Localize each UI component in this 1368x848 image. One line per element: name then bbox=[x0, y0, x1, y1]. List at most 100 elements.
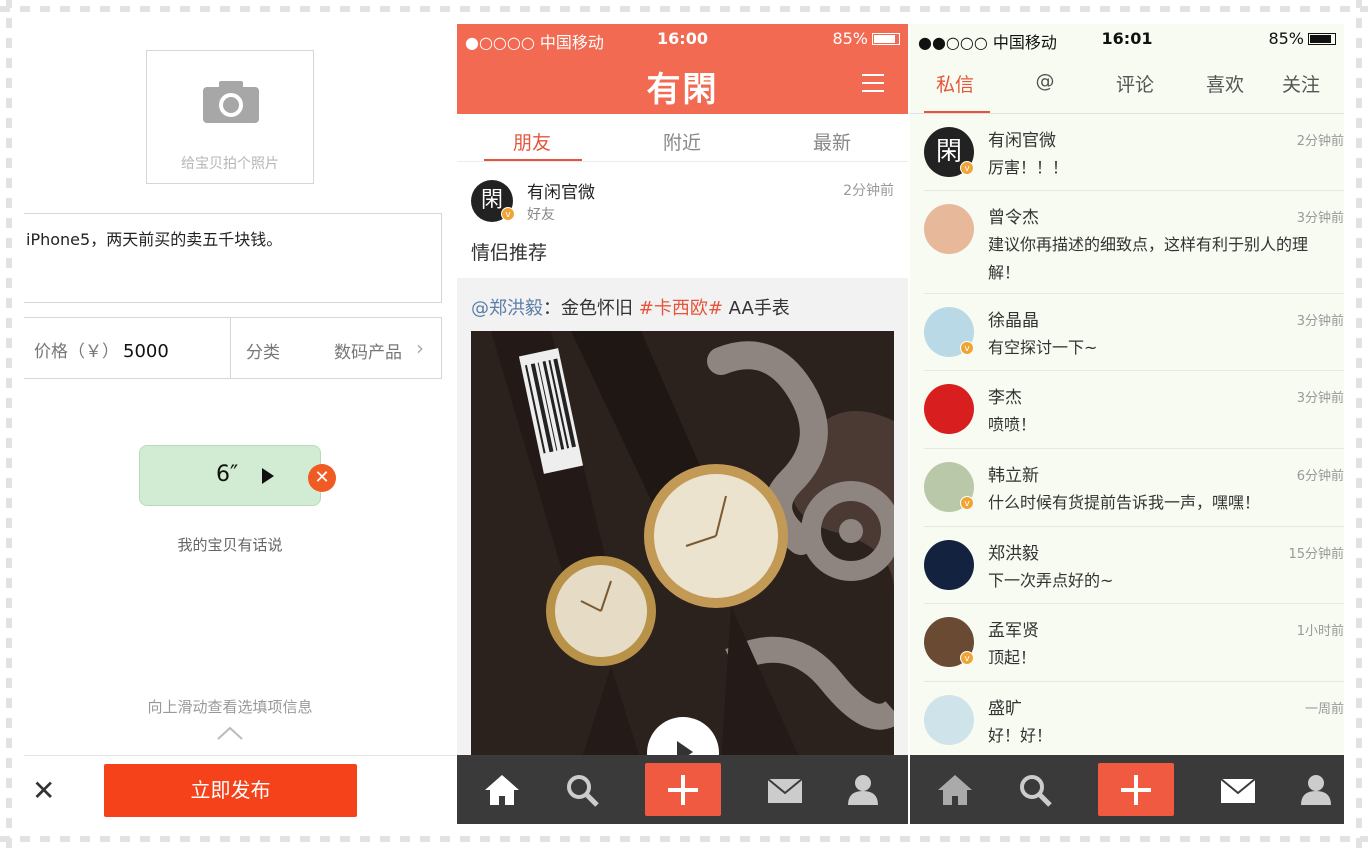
feed-screen: ●○○○○ 中国移动 16:00 85% 有閑 朋友 附近 最新 閑 v 有闲官… bbox=[457, 24, 908, 824]
profile-icon[interactable] bbox=[1297, 771, 1335, 809]
avatar[interactable] bbox=[924, 695, 974, 745]
sender-name: 孟军贤 bbox=[988, 621, 1039, 641]
publish-button[interactable]: 立即发布 bbox=[104, 764, 357, 817]
battery-icon bbox=[1308, 33, 1336, 45]
tab-bar bbox=[910, 755, 1344, 824]
mention-link[interactable]: @郑洪毅 bbox=[471, 298, 543, 319]
message-row[interactable]: v 孟军贤 1小时前 顶起！ bbox=[924, 604, 1344, 682]
tab-indicator bbox=[484, 159, 582, 161]
slide-up-tip: 向上滑动查看选填项信息 bbox=[147, 698, 313, 716]
message-preview: 什么时候有货提前告诉我一声，嘿嘿！ bbox=[988, 493, 1261, 512]
message-time: 3分钟前 bbox=[1296, 211, 1344, 226]
home-icon[interactable] bbox=[936, 771, 974, 809]
menu-icon[interactable] bbox=[862, 74, 884, 98]
add-post-button[interactable] bbox=[1098, 763, 1174, 816]
price-label: 价格（￥） bbox=[34, 342, 119, 362]
battery-percent: 85% bbox=[832, 29, 868, 48]
verified-badge-icon: v bbox=[960, 161, 974, 175]
sender-name: 曾令杰 bbox=[988, 208, 1039, 228]
message-time: 15分钟前 bbox=[1288, 547, 1344, 562]
category-select[interactable]: 数码产品 bbox=[334, 338, 402, 363]
camera-icon bbox=[203, 81, 259, 123]
message-time: 2分钟前 bbox=[1296, 134, 1344, 149]
avatar[interactable] bbox=[924, 204, 974, 254]
message-preview: 喷喷！ bbox=[988, 415, 1037, 434]
message-preview: 厉害！！！ bbox=[988, 158, 1069, 177]
repost-body: ：金色怀旧 bbox=[543, 298, 639, 319]
chevron-up-icon[interactable] bbox=[217, 726, 243, 740]
sender-name: 盛旷 bbox=[988, 699, 1022, 719]
voice-note-player[interactable]: 6″ bbox=[139, 445, 321, 506]
repost-card[interactable]: @郑洪毅：金色怀旧 #卡西欧# AA手表 bbox=[457, 278, 908, 761]
close-icon[interactable]: ✕ bbox=[32, 774, 55, 807]
price-field[interactable]: 价格（￥） 5000 bbox=[24, 318, 231, 378]
message-preview: 下一次弄点好的~ bbox=[988, 571, 1114, 590]
message-time: 3分钟前 bbox=[1296, 391, 1344, 406]
message-row[interactable]: 閑 v 有闲官微 2分钟前 厉害！！！ bbox=[924, 114, 1344, 191]
delete-voice-icon[interactable]: ✕ bbox=[308, 464, 336, 492]
post-text: 情侣推荐 bbox=[471, 242, 548, 264]
add-photo-button[interactable]: 给宝贝拍个照片 bbox=[146, 50, 314, 184]
watch-photo bbox=[471, 331, 894, 761]
verified-badge-icon: v bbox=[501, 207, 515, 221]
avatar[interactable] bbox=[924, 384, 974, 434]
status-bar: ●●○○○ 中国移动 16:01 85% bbox=[910, 24, 1344, 52]
tab-comments[interactable]: 评论 bbox=[1092, 70, 1178, 97]
mail-icon[interactable] bbox=[1219, 771, 1257, 809]
tab-friends[interactable]: 朋友 bbox=[457, 128, 607, 155]
message-row[interactable]: 曾令杰 3分钟前建议你再描述的细致点，这样有利于别人的理解！ bbox=[924, 191, 1344, 294]
status-bar: ●○○○○ 中国移动 16:00 85% bbox=[457, 24, 908, 52]
tab-latest[interactable]: 最新 bbox=[757, 128, 907, 155]
sender-name: 韩立新 bbox=[988, 466, 1039, 486]
post-relation: 好友 bbox=[527, 207, 555, 223]
message-row[interactable]: v 徐晶晶 3分钟前 有空探讨一下~ bbox=[924, 294, 1344, 371]
message-preview: 建议你再描述的细致点，这样有利于别人的理解！ bbox=[988, 235, 1309, 282]
message-preview: 顶起！ bbox=[988, 648, 1037, 667]
message-preview: 有空探讨一下~ bbox=[988, 338, 1098, 357]
chevron-right-icon[interactable]: › bbox=[416, 336, 424, 360]
publish-screen: 给宝贝拍个照片 iPhone5，两天前买的卖五千块钱。 价格（￥） 5000 分类… bbox=[24, 24, 456, 824]
profile-icon[interactable] bbox=[844, 771, 882, 809]
tab-bar bbox=[457, 755, 908, 824]
message-row[interactable]: v 韩立新 6分钟前什么时候有货提前告诉我一声，嘿嘿！ bbox=[924, 449, 1344, 527]
message-preview: 好！好！ bbox=[988, 726, 1053, 745]
app-title: 有閑 bbox=[646, 70, 719, 110]
verified-badge-icon: v bbox=[960, 341, 974, 355]
sender-name: 有闲官微 bbox=[988, 131, 1056, 151]
verified-badge-icon: v bbox=[960, 496, 974, 510]
add-post-button[interactable] bbox=[645, 763, 721, 816]
sender-name: 李杰 bbox=[988, 388, 1022, 408]
voice-caption: 我的宝贝有话说 bbox=[177, 536, 283, 554]
tab-likes[interactable]: 喜欢 bbox=[1182, 70, 1268, 97]
description-field[interactable]: iPhone5，两天前买的卖五千块钱。 bbox=[24, 213, 442, 303]
message-time: 6分钟前 bbox=[1296, 469, 1344, 484]
voice-duration: 6″ bbox=[216, 462, 239, 487]
tab-mentions[interactable]: @ bbox=[1002, 70, 1088, 92]
post-photo[interactable] bbox=[471, 331, 894, 761]
feed-tabs: 朋友 附近 最新 bbox=[457, 114, 908, 162]
home-icon[interactable] bbox=[483, 771, 521, 809]
tab-following[interactable]: 关注 bbox=[1258, 70, 1344, 97]
hashtag-link[interactable]: #卡西欧# bbox=[639, 298, 723, 319]
message-row[interactable]: 盛旷 一周前好！好！ bbox=[924, 682, 1344, 760]
battery-percent: 85% bbox=[1268, 29, 1304, 48]
tab-private-messages[interactable]: 私信 bbox=[912, 70, 998, 97]
repost-text: @郑洪毅：金色怀旧 #卡西欧# AA手表 bbox=[471, 294, 790, 320]
tab-nearby[interactable]: 附近 bbox=[607, 128, 757, 155]
category-label: 分类 bbox=[246, 343, 280, 363]
message-time: 一周前 bbox=[1304, 702, 1344, 717]
repost-tail: AA手表 bbox=[722, 298, 790, 319]
search-icon[interactable] bbox=[1016, 771, 1054, 809]
search-icon[interactable] bbox=[563, 771, 601, 809]
avatar[interactable] bbox=[924, 540, 974, 590]
sender-name: 郑洪毅 bbox=[988, 544, 1039, 564]
message-row[interactable]: 李杰 3分钟前喷喷！ bbox=[924, 371, 1344, 449]
mail-icon[interactable] bbox=[766, 771, 804, 809]
post-author[interactable]: 有闲官微 bbox=[527, 178, 595, 203]
messages-screen: ●●○○○ 中国移动 16:01 85% 私信 @ 评论 喜欢 关注 閑 v 有闲官… bbox=[910, 24, 1344, 824]
play-icon bbox=[262, 468, 274, 484]
message-row[interactable]: 郑洪毅 15分钟前下一次弄点好的~ bbox=[924, 527, 1344, 604]
post-time: 2分钟前 bbox=[843, 183, 894, 199]
tab-indicator bbox=[924, 111, 990, 113]
battery-icon bbox=[872, 33, 900, 45]
